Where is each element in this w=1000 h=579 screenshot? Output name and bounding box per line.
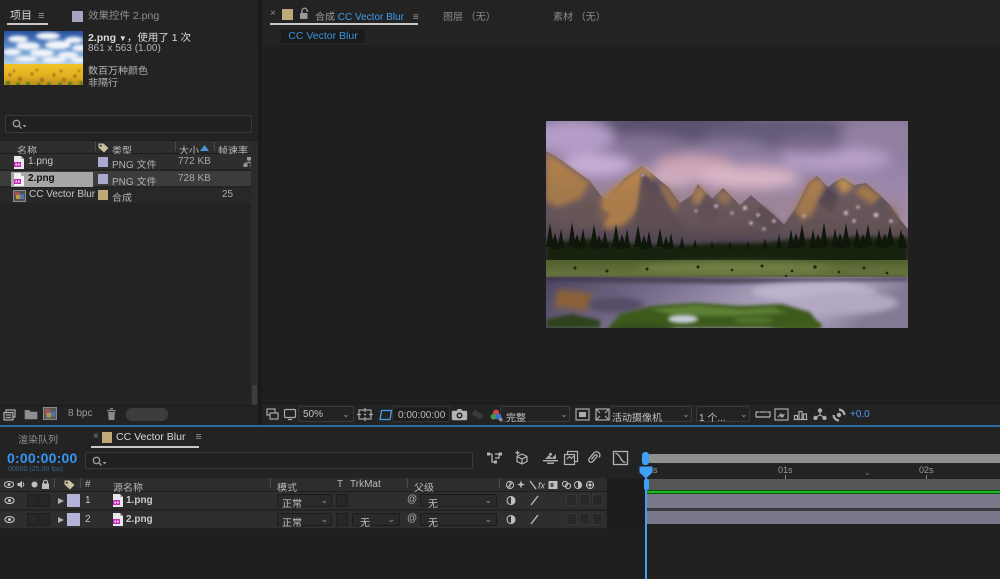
svg-text:fx: fx xyxy=(538,481,546,491)
